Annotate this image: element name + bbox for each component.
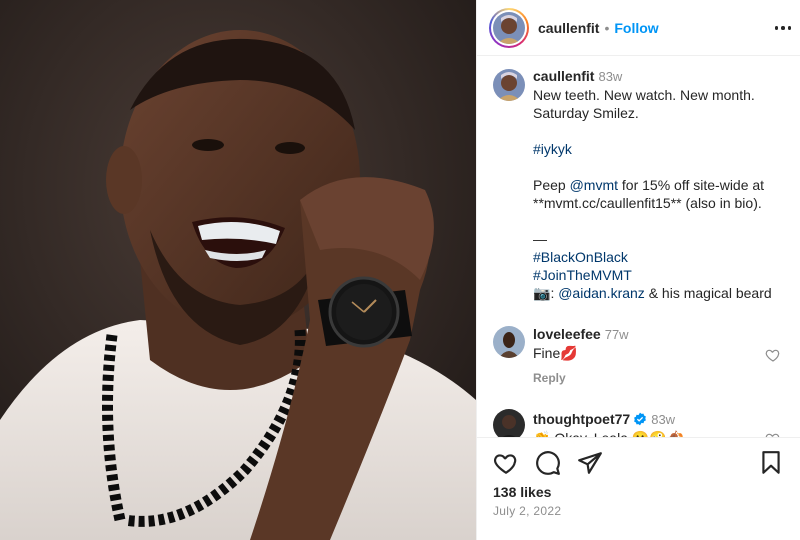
separator-dot: • (604, 19, 610, 36)
caption-text: Peep (533, 177, 570, 193)
action-bar (493, 450, 603, 476)
reply-button[interactable]: Reply (533, 371, 566, 385)
likes-count[interactable]: 138 likes (493, 484, 551, 500)
comments-section[interactable]: caullenfit 83w New teeth. New watch. New … (477, 57, 800, 437)
comment-text: 👏 Okay, Leala 😬🤪🍂 (533, 429, 684, 437)
comment-avatar[interactable] (493, 409, 525, 437)
caption-line: Saturday Smilez. (533, 105, 639, 121)
comment-avatar[interactable] (493, 326, 525, 358)
hashtag-link[interactable]: #iykyk (533, 141, 572, 157)
mention-link[interactable]: @mvmt (570, 177, 618, 193)
story-ring-avatar[interactable] (489, 7, 529, 48)
heart-icon[interactable] (493, 450, 519, 476)
comment-text: Fine (533, 345, 561, 361)
caption-username[interactable]: caullenfit (533, 68, 594, 84)
caption-text: & his magical beard (644, 285, 772, 301)
header-username[interactable]: caullenfit (538, 20, 599, 36)
post-photo-illustration (0, 0, 476, 540)
camera-emoji: 📷 (533, 285, 551, 301)
post-date[interactable]: July 2, 2022 (493, 504, 561, 518)
caption-line: **mvmt.cc/caullenfit15** (also in bio). (533, 195, 762, 211)
comment: loveleefee 77w Fine💋 (533, 325, 629, 362)
kiss-emoji: 💋 (560, 345, 578, 361)
comment-age[interactable]: 77w (605, 327, 629, 342)
follow-button[interactable]: Follow (614, 20, 658, 36)
caption-avatar[interactable] (493, 69, 525, 101)
comment-like-heart-icon[interactable] (765, 347, 781, 363)
comment-age[interactable]: 83w (651, 412, 675, 427)
verified-badge-icon (634, 412, 647, 426)
caption-text: for 15% off site-wide at (618, 177, 765, 193)
avatar (493, 11, 525, 44)
hashtag-link[interactable]: #BlackOnBlack (533, 249, 628, 265)
share-icon[interactable] (577, 450, 603, 476)
hashtag-link[interactable]: #JoinTheMVMT (533, 267, 632, 283)
bookmark-icon[interactable] (758, 450, 784, 476)
more-options-icon[interactable] (773, 18, 793, 38)
comment-username[interactable]: thoughtpoet77 (533, 411, 630, 427)
post-photo[interactable] (0, 0, 476, 540)
post-details-panel: caullenfit • Follow caullenfit 83w New te… (476, 0, 800, 540)
caption: caullenfit 83w New teeth. New watch. New … (533, 67, 793, 302)
comment: thoughtpoet77 83w 👏 Okay, Leala 😬🤪🍂 (533, 410, 684, 437)
caption-dash: — (533, 231, 547, 247)
caption-age[interactable]: 83w (598, 69, 622, 84)
mention-link[interactable]: @aidan.kranz (558, 285, 645, 301)
caption-line: New teeth. New watch. New month. (533, 87, 755, 103)
comment-username[interactable]: loveleefee (533, 326, 601, 342)
divider (477, 437, 800, 438)
post-header: caullenfit • Follow (477, 0, 800, 56)
comment-icon[interactable] (535, 450, 561, 476)
